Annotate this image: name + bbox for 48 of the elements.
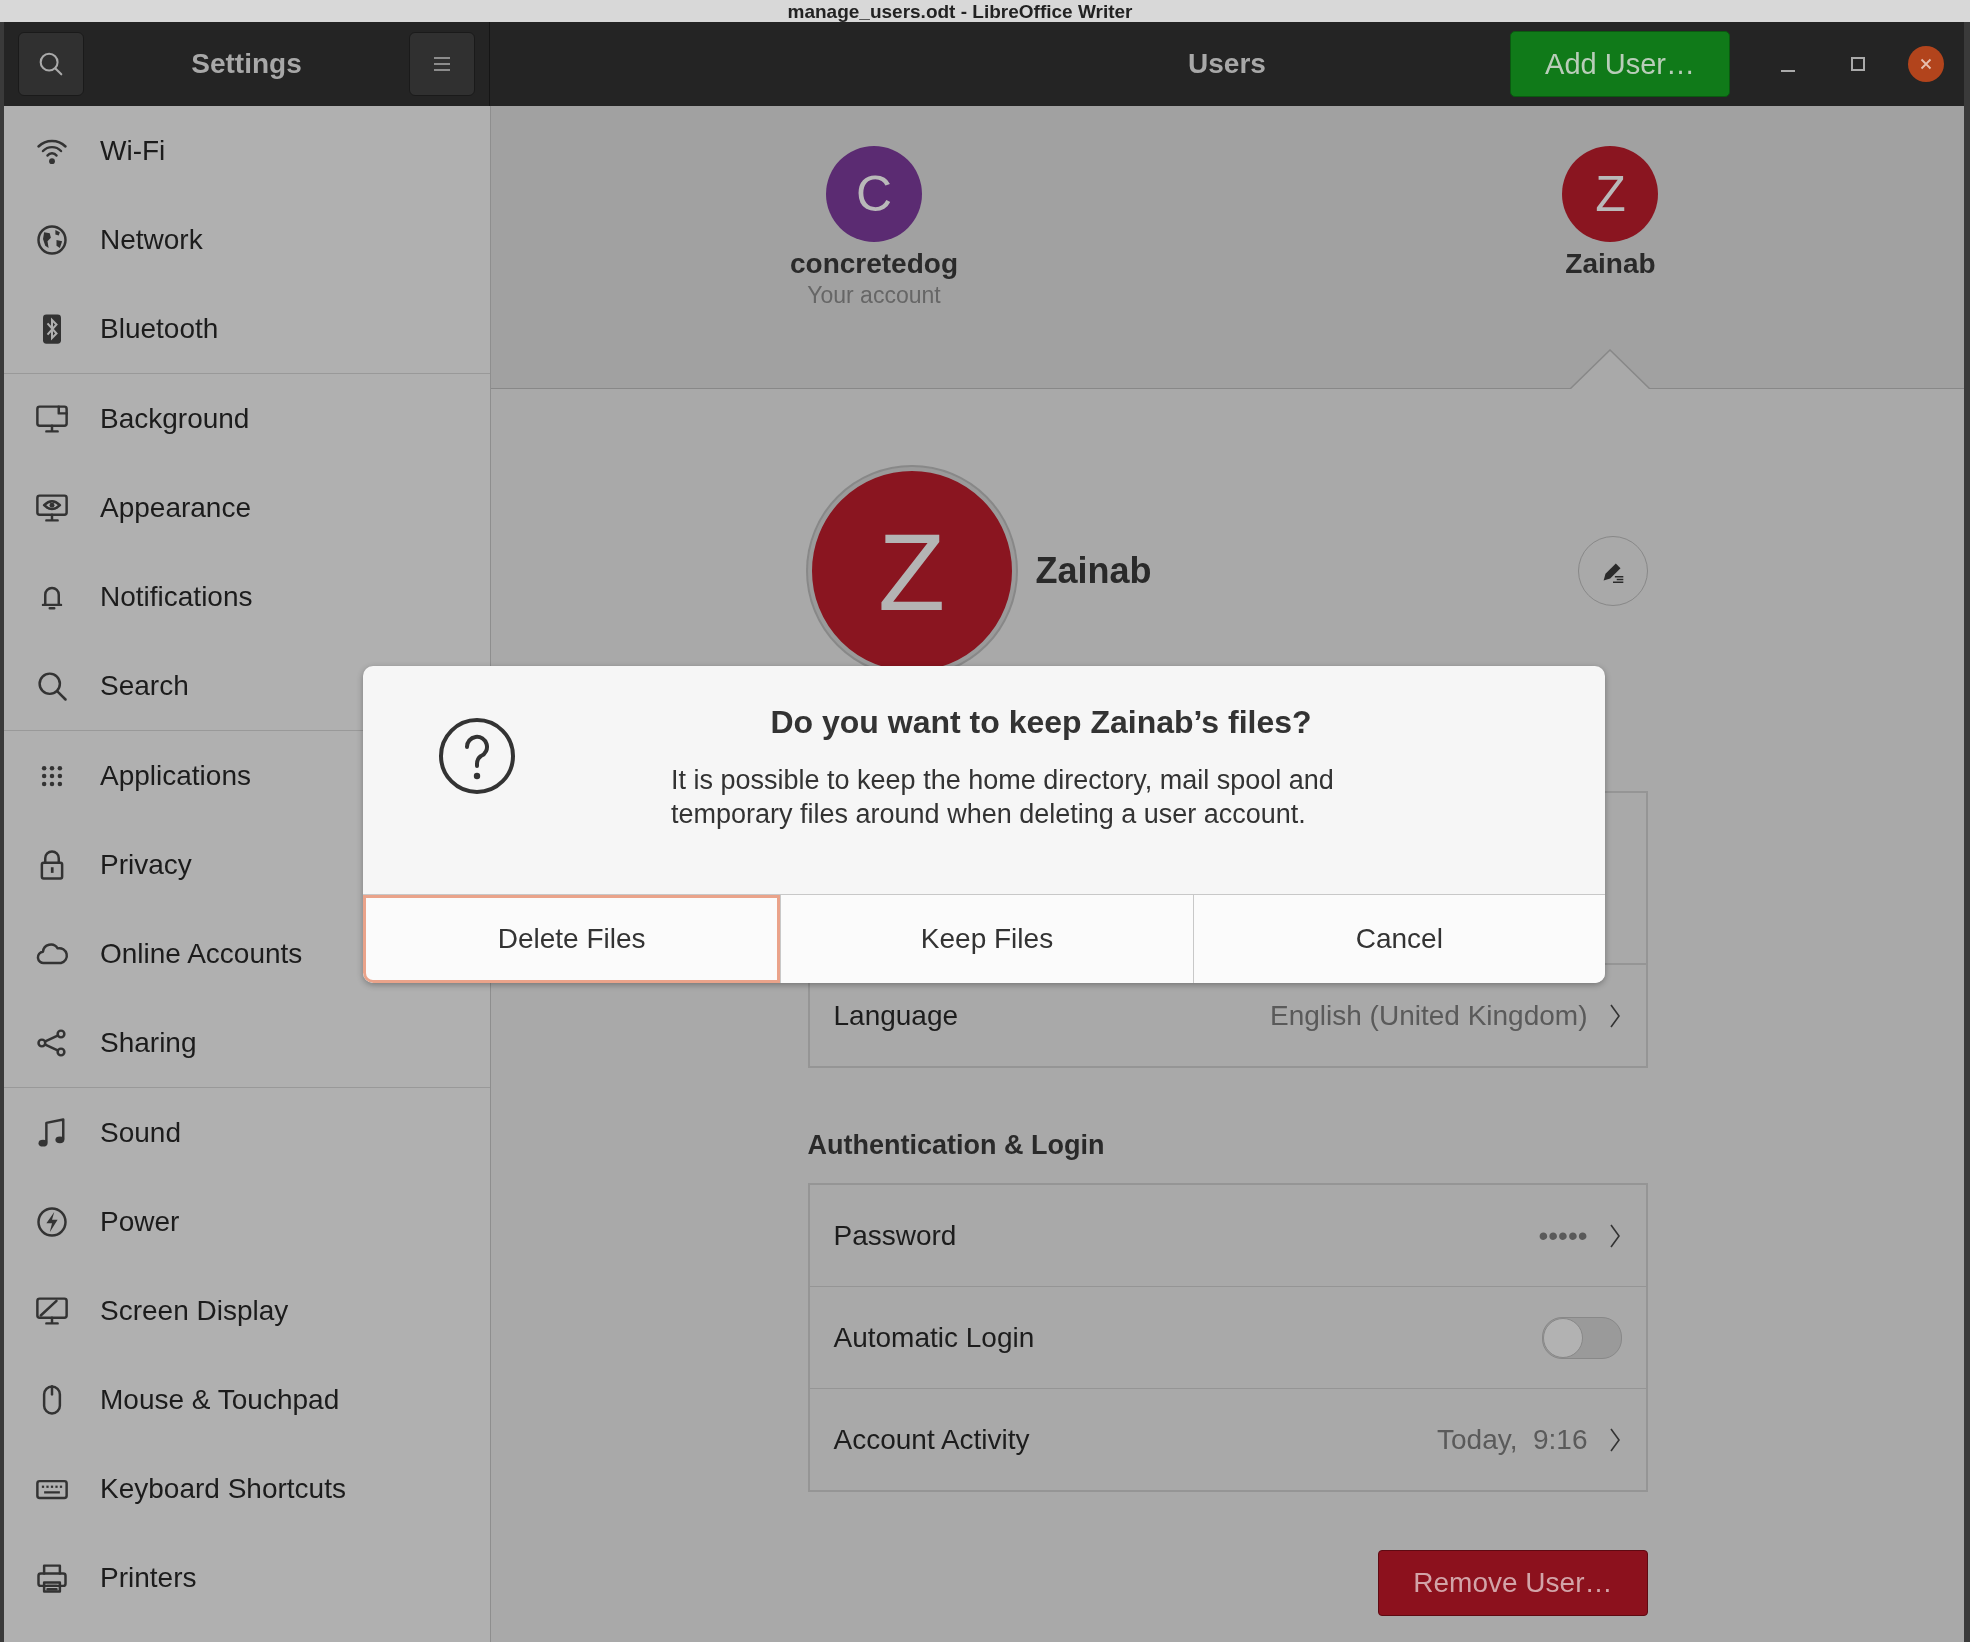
sidebar-item[interactable]: Wi-Fi (4, 106, 490, 195)
close-button[interactable] (1908, 46, 1944, 82)
settings-row[interactable]: Account Activity Today, 9:16 (809, 1388, 1646, 1490)
row-label: Language (833, 999, 960, 1032)
row-label: Account Activity (833, 1423, 1031, 1456)
settings-row[interactable]: Password ••••• (809, 1185, 1646, 1286)
account-name: Zainab (1035, 550, 1153, 592)
row-value: Today, 9:16 (1437, 1423, 1588, 1456)
menu-button[interactable] (409, 32, 475, 96)
toggle-switch[interactable] (1541, 1316, 1622, 1359)
sidebar-item[interactable]: Appearance (4, 463, 490, 552)
sidebar-item[interactable]: Power (4, 1177, 490, 1266)
sidebar-item[interactable]: Sound (4, 1088, 490, 1177)
sidebar-item[interactable]: Sharing (4, 998, 490, 1087)
user-tile[interactable]: C concretedog Your account (753, 146, 994, 309)
row-label: Password (833, 1219, 958, 1252)
section-heading: Authentication & Login (807, 1130, 1106, 1161)
sidebar-item[interactable]: Printers (4, 1533, 490, 1622)
sidebar-item[interactable]: Screen Display (4, 1266, 490, 1355)
sidebar-item[interactable]: Keyboard Shortcuts (4, 1444, 490, 1533)
dialog-title: Do you want to keep Zainab’s files? (770, 704, 1312, 741)
user-tile[interactable]: Z Zainab (1490, 146, 1731, 280)
sidebar-item[interactable]: Notifications (4, 552, 490, 641)
row-value: ••••• (1538, 1219, 1588, 1252)
row-value: English (United Kingdom) (1270, 999, 1588, 1032)
app-title: Settings (190, 48, 303, 80)
settings-row[interactable]: Automatic Login (809, 1286, 1646, 1388)
dialog-button[interactable]: Delete Files (363, 895, 781, 983)
user-name: Zainab (1565, 248, 1656, 280)
row-label: Automatic Login (833, 1321, 1036, 1354)
remove-user-button[interactable]: Remove User… (1378, 1550, 1648, 1616)
dialog-button[interactable]: Cancel (1192, 895, 1605, 983)
user-subtitle: Your account (807, 282, 941, 309)
user-avatar: C (825, 146, 922, 242)
user-avatar: Z (1562, 146, 1659, 242)
dialog-message: It is possible to keep the home directory, mail spool and temporary files around when deleting a user account. (671, 764, 1335, 831)
dialog-button[interactable]: Keep Files (780, 895, 1193, 983)
question-icon (437, 716, 517, 796)
sidebar-item[interactable]: Bluetooth (4, 284, 490, 373)
sidebar-item[interactable]: Background (4, 374, 490, 463)
sidebar-item[interactable]: Mouse & Touchpad (4, 1355, 490, 1444)
page-title: Users (1188, 48, 1266, 80)
window-title: manage_users.odt - LibreOffice Writer (787, 2, 1133, 22)
search-button[interactable] (18, 32, 84, 96)
sidebar-item[interactable]: Network (4, 195, 490, 284)
user-name: concretedog (789, 248, 958, 280)
sidebar-item[interactable]: Search (4, 641, 490, 730)
sidebar-item[interactable]: Applications (4, 731, 490, 820)
